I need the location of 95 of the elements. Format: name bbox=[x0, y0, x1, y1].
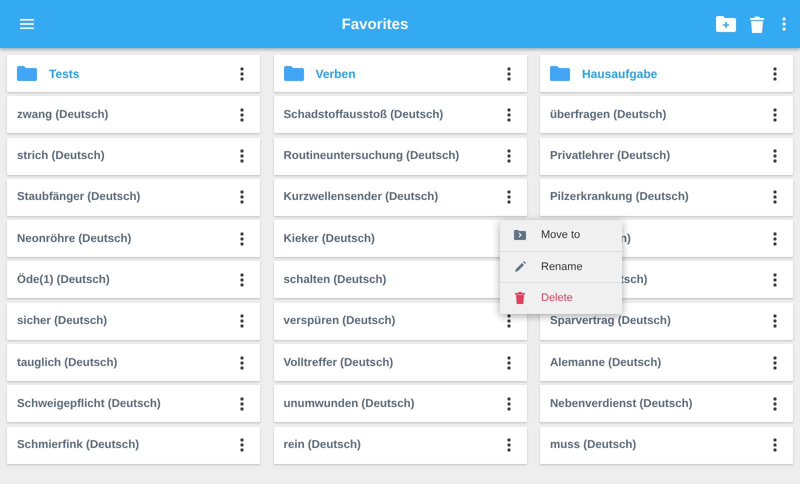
word-card[interactable]: Pilzerkrankung (Deutsch) bbox=[540, 178, 793, 216]
word-card[interactable]: Volltreffer (Deutsch) bbox=[274, 344, 526, 382]
delete-icon bbox=[515, 292, 525, 304]
word-card[interactable]: Alemanne (Deutsch) bbox=[540, 344, 793, 382]
more-icon[interactable] bbox=[773, 108, 777, 122]
word-label: muss (Deutsch) bbox=[550, 439, 638, 452]
word-card[interactable]: sicher (Deutsch) bbox=[7, 302, 260, 340]
menu-label: Move to bbox=[541, 229, 580, 242]
word-card[interactable]: Kurzwellensender (Deutsch) bbox=[274, 178, 526, 216]
word-label: sicher (Deutsch) bbox=[17, 315, 108, 328]
folder-card[interactable]: Tests bbox=[7, 55, 260, 92]
more-icon[interactable] bbox=[506, 108, 510, 122]
word-label: Pilzerkrankung (Deutsch) bbox=[550, 191, 690, 204]
more-icon[interactable] bbox=[773, 314, 777, 328]
more-icon[interactable] bbox=[506, 190, 510, 204]
word-label: Staubfänger (Deutsch) bbox=[17, 191, 142, 204]
more-icon[interactable] bbox=[773, 396, 777, 411]
more-icon[interactable] bbox=[773, 149, 777, 164]
more-icon[interactable] bbox=[506, 438, 510, 452]
word-label: zwang (Deutsch) bbox=[17, 108, 110, 121]
more-icon[interactable] bbox=[773, 438, 777, 452]
word-label: Kieker (Deutsch) bbox=[284, 232, 376, 245]
more-icon[interactable] bbox=[773, 66, 777, 80]
word-label: strich (Deutsch) bbox=[17, 150, 106, 162]
word-card[interactable]: Neonröhre (Deutsch) bbox=[7, 220, 260, 258]
more-icon[interactable] bbox=[240, 438, 244, 452]
more-icon[interactable] bbox=[240, 356, 244, 370]
word-label: überfragen (Deutsch) bbox=[550, 108, 668, 121]
more-icon[interactable] bbox=[773, 232, 777, 246]
more-icon[interactable] bbox=[240, 190, 244, 204]
word-label: Volltreffer (Deutsch) bbox=[284, 356, 394, 369]
new-folder-icon[interactable] bbox=[716, 16, 736, 32]
word-card[interactable]: unumwunden (Deutsch) bbox=[274, 385, 526, 422]
folder-icon bbox=[17, 66, 37, 81]
more-icon[interactable] bbox=[240, 232, 244, 246]
word-label: Neonröhre (Deutsch) bbox=[17, 232, 132, 245]
word-card[interactable]: Öde(1) (Deutsch) bbox=[7, 261, 260, 298]
menu-item[interactable]: Move to bbox=[500, 220, 622, 252]
word-card[interactable]: zwang (Deutsch) bbox=[7, 96, 260, 134]
more-icon[interactable] bbox=[506, 396, 510, 411]
more-icon[interactable] bbox=[240, 396, 244, 411]
more-icon[interactable] bbox=[240, 66, 244, 80]
word-label: schalten (Deutsch) bbox=[284, 274, 388, 286]
word-card[interactable]: Privatlehrer (Deutsch) bbox=[540, 138, 793, 175]
word-card[interactable]: Routineuntersuchung (Deutsch) bbox=[274, 138, 526, 175]
pencil-icon bbox=[514, 261, 526, 272]
word-label: Alemanne (Deutsch) bbox=[550, 356, 662, 369]
word-label: Schadstoffausstoß (Deutsch) bbox=[284, 108, 444, 121]
more-icon[interactable] bbox=[240, 149, 244, 164]
more-icon[interactable] bbox=[240, 108, 244, 122]
word-label: Kurzwellensender (Deutsch) bbox=[284, 191, 440, 204]
app-title: Favorites bbox=[340, 16, 410, 32]
word-label: Schmierfink (Deutsch) bbox=[17, 439, 140, 452]
more-icon[interactable] bbox=[773, 272, 777, 287]
folder-icon bbox=[550, 66, 570, 81]
word-label: Öde(1) (Deutsch) bbox=[17, 274, 111, 286]
folder-name: Verben bbox=[316, 66, 357, 80]
more-icon[interactable] bbox=[773, 190, 777, 204]
delete-icon[interactable] bbox=[750, 16, 764, 32]
folder-icon bbox=[514, 230, 526, 240]
folder-name: Tests bbox=[49, 66, 80, 80]
folder-card[interactable]: Hausaufgabe bbox=[540, 55, 793, 92]
more-icon[interactable] bbox=[773, 356, 777, 370]
word-label: Schweigepflicht (Deutsch) bbox=[17, 398, 162, 410]
more-icon[interactable] bbox=[506, 314, 510, 328]
word-label: Sparvertrag (Deutsch) bbox=[550, 315, 672, 328]
word-label: Nebenverdienst (Deutsch) bbox=[550, 398, 694, 410]
folder-card[interactable]: Verben bbox=[274, 55, 526, 92]
word-label: tauglich (Deutsch) bbox=[17, 356, 118, 369]
word-card[interactable]: verspüren (Deutsch) bbox=[274, 302, 526, 340]
word-card[interactable]: Schweigepflicht (Deutsch) bbox=[7, 385, 260, 422]
menu-label: Rename bbox=[541, 260, 583, 273]
more-icon[interactable] bbox=[240, 272, 244, 287]
folder-name: Hausaufgabe bbox=[582, 66, 658, 80]
word-card[interactable]: muss (Deutsch) bbox=[540, 426, 793, 464]
word-card[interactable]: Schmierfink (Deutsch) bbox=[7, 426, 260, 464]
word-card[interactable]: strich (Deutsch) bbox=[7, 138, 260, 175]
word-label: unumwunden (Deutsch) bbox=[284, 398, 416, 410]
word-card[interactable]: rein (Deutsch) bbox=[274, 426, 526, 464]
word-card[interactable]: Staubfänger (Deutsch) bbox=[7, 178, 260, 216]
word-label: Privatlehrer (Deutsch) bbox=[550, 150, 672, 162]
menu-item[interactable]: Rename bbox=[500, 252, 622, 283]
word-card[interactable]: Schadstoffausstoß (Deutsch) bbox=[274, 96, 526, 134]
more-icon[interactable] bbox=[506, 66, 510, 80]
word-card[interactable]: tauglich (Deutsch) bbox=[7, 344, 260, 382]
menu-icon[interactable] bbox=[20, 19, 34, 29]
word-label: rein (Deutsch) bbox=[284, 439, 362, 452]
word-card[interactable]: überfragen (Deutsch) bbox=[540, 96, 793, 134]
word-label: Routineuntersuchung (Deutsch) bbox=[284, 150, 460, 162]
more-icon[interactable] bbox=[240, 314, 244, 328]
word-card[interactable]: Nebenverdienst (Deutsch) bbox=[540, 385, 793, 422]
more-icon[interactable] bbox=[506, 356, 510, 370]
folder-icon bbox=[284, 66, 304, 81]
word-label: verspüren (Deutsch) bbox=[284, 315, 396, 328]
more-icon[interactable] bbox=[506, 149, 510, 164]
